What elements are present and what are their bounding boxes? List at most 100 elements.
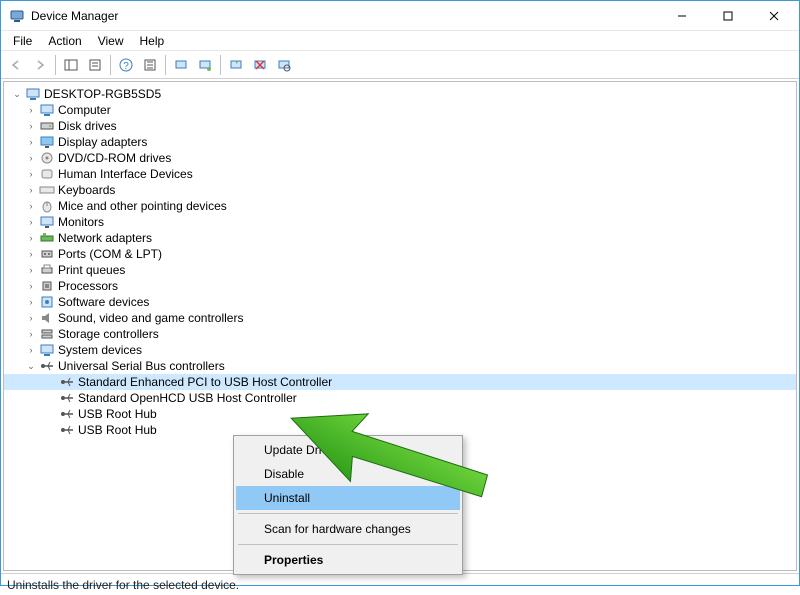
ctx-uninstall[interactable]: Uninstall [236,486,460,510]
tree-category-label: Human Interface Devices [58,167,193,181]
tree-category[interactable]: › Display adapters [4,134,796,150]
tree-category[interactable]: ›Ports (COM & LPT) [4,246,796,262]
device-manager-icon [9,8,25,24]
devices-by-connection-button[interactable] [194,54,216,76]
tree-device-label: Standard OpenHCD USB Host Controller [78,391,297,405]
expand-icon[interactable]: › [24,231,38,245]
tree-category-label: Software devices [58,295,149,309]
tree-category-label: Computer [58,103,111,117]
tree-category-label: Sound, video and game controllers [58,311,243,325]
expand-icon[interactable]: › [24,183,38,197]
show-hide-console-button[interactable] [60,54,82,76]
software-icon [39,294,55,310]
cpu-icon [39,278,55,294]
status-text: Uninstalls the driver for the selected d… [7,578,239,592]
expand-icon[interactable]: › [24,135,38,149]
back-button[interactable] [5,54,27,76]
tree-device-label: USB Root Hub [78,423,157,437]
menubar: File Action View Help [1,31,799,51]
minimize-button[interactable] [659,1,705,31]
expand-icon[interactable]: › [24,311,38,325]
tree-category-label: Mice and other pointing devices [58,199,227,213]
expand-icon[interactable]: › [24,263,38,277]
tree-root-label: DESKTOP-RGB5SD5 [44,87,161,101]
tree-category-usb[interactable]: ⌄ Universal Serial Bus controllers [4,358,796,374]
menu-action[interactable]: Action [40,33,89,49]
menu-view[interactable]: View [90,33,132,49]
expand-icon[interactable]: › [24,103,38,117]
tree-category[interactable]: › Print queues [4,262,796,278]
context-menu: Update Driver Software... Disable Uninst… [233,435,463,575]
update-driver-button[interactable] [225,54,247,76]
tree-device[interactable]: · Standard OpenHCD USB Host Controller [4,390,796,406]
ctx-scan-hardware[interactable]: Scan for hardware changes [236,517,460,541]
tree-device-label: USB Root Hub [78,407,157,421]
uninstall-device-button[interactable] [249,54,271,76]
properties-button[interactable] [84,54,106,76]
expand-icon[interactable]: › [24,199,38,213]
tree-category-label: Storage controllers [58,327,159,341]
tree-category[interactable]: › Keyboards [4,182,796,198]
usb-icon [59,406,75,422]
dvd-icon [39,150,55,166]
collapse-icon[interactable]: ⌄ [10,87,24,101]
monitor-icon [39,214,55,230]
tree-category-label: System devices [58,343,142,357]
keyboard-icon [39,182,55,198]
tree-category[interactable]: › Monitors [4,214,796,230]
close-button[interactable] [751,1,797,31]
tree-category-label: Disk drives [58,119,117,133]
tree-category-label: Keyboards [58,183,115,197]
ctx-disable[interactable]: Disable [236,462,460,486]
scan-hardware-button[interactable] [273,54,295,76]
tree-category-label: Print queues [58,263,125,277]
network-icon [39,230,55,246]
tree-category[interactable]: › Network adapters [4,230,796,246]
menu-file[interactable]: File [5,33,40,49]
ctx-properties[interactable]: Properties [236,548,460,572]
computer-icon [25,86,41,102]
tree-device-selected[interactable]: · Standard Enhanced PCI to USB Host Cont… [4,374,796,390]
expand-icon[interactable]: › [24,151,38,165]
statusbar: Uninstalls the driver for the selected d… [1,573,799,595]
expand-icon[interactable]: › [24,119,38,133]
tree-category[interactable]: › Computer [4,102,796,118]
forward-button[interactable] [29,54,51,76]
svg-text:?: ? [123,61,129,72]
window-controls [659,1,797,31]
menu-help[interactable]: Help [132,33,173,49]
tree-device-label: Standard Enhanced PCI to USB Host Contro… [78,375,332,389]
tree-category[interactable]: › Storage controllers [4,326,796,342]
ctx-update-driver[interactable]: Update Driver Software... [236,438,460,462]
tree-category[interactable]: › Software devices [4,294,796,310]
tree-category-label: Display adapters [58,135,147,149]
expand-icon[interactable]: › [24,295,38,309]
tree-category[interactable]: ›Processors [4,278,796,294]
tree-category[interactable]: › Human Interface Devices [4,166,796,182]
tree-category[interactable]: › System devices [4,342,796,358]
tree-category[interactable]: ›DVD/CD-ROM drives [4,150,796,166]
help-button[interactable]: ? [115,54,137,76]
tree-category[interactable]: › Mice and other pointing devices [4,198,796,214]
expand-icon[interactable]: › [24,327,38,341]
expand-icon[interactable]: › [24,247,38,261]
ctx-separator [238,544,458,545]
expand-icon[interactable]: › [24,343,38,357]
tree-root[interactable]: ⌄ DESKTOP-RGB5SD5 [4,86,796,102]
maximize-button[interactable] [705,1,751,31]
collapse-icon[interactable]: ⌄ [24,359,38,373]
details-button[interactable] [139,54,161,76]
tree-category[interactable]: › Disk drives [4,118,796,134]
devices-by-type-button[interactable] [170,54,192,76]
tree-category-label: Network adapters [58,231,152,245]
port-icon [39,246,55,262]
expand-icon[interactable]: › [24,279,38,293]
expand-icon[interactable]: › [24,167,38,181]
tree-category-label: Universal Serial Bus controllers [58,359,225,373]
system-icon [39,342,55,358]
mouse-icon [39,198,55,214]
tree-category[interactable]: › Sound, video and game controllers [4,310,796,326]
tree-device[interactable]: · USB Root Hub [4,406,796,422]
tree-category-label: Monitors [58,215,104,229]
expand-icon[interactable]: › [24,215,38,229]
